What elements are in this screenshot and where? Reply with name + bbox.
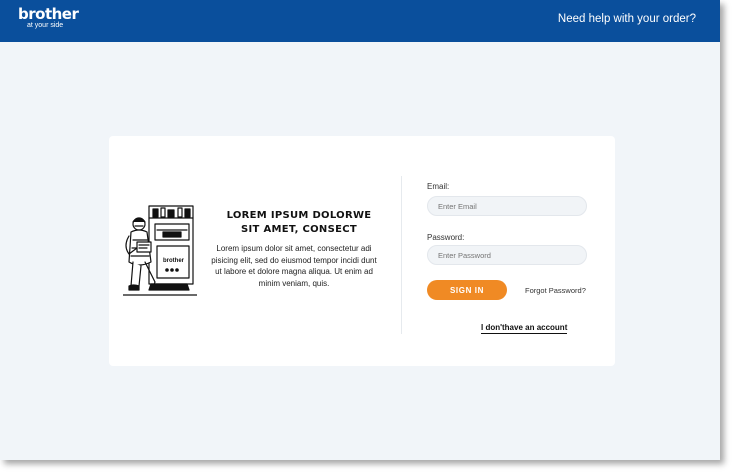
- password-field[interactable]: [427, 245, 587, 265]
- no-account-link[interactable]: I don'thave an account: [481, 323, 568, 334]
- printer-person-illustration: brother: [123, 205, 197, 296]
- email-label: Email:: [427, 182, 450, 191]
- promo-headline-line2: SIT AMET, CONSECT: [241, 224, 357, 235]
- app-window: brother at your side Need help with your…: [0, 0, 720, 460]
- promo-description: Lorem ipsum dolor sit amet, consectetur …: [211, 244, 377, 288]
- email-field[interactable]: [427, 196, 587, 216]
- brother-logo[interactable]: brother at your side: [18, 5, 79, 30]
- card-divider: [401, 176, 402, 334]
- logo-wordmark: brother: [18, 5, 79, 23]
- forgot-password-link[interactable]: Forgot Password?: [525, 286, 586, 295]
- top-header: brother at your side Need help with your…: [0, 0, 720, 42]
- login-card: brother LOREM IPSUM DOLORWE SIT AMET, CO…: [109, 136, 615, 366]
- password-label: Password:: [427, 233, 465, 242]
- logo-tagline: at your side: [27, 22, 64, 29]
- promo-headline: LOREM IPSUM DOLORWE SIT AMET, CONSECT: [207, 209, 391, 237]
- sign-in-button[interactable]: SIGN IN: [427, 280, 507, 300]
- printer-brand-label: brother: [163, 258, 185, 264]
- help-link[interactable]: Need help with your order?: [558, 13, 696, 25]
- promo-headline-line1: LOREM IPSUM DOLORWE: [226, 210, 372, 221]
